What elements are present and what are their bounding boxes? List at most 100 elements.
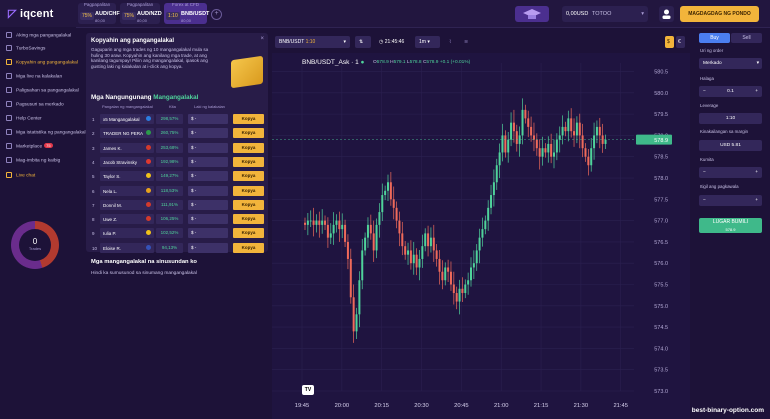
savings-icon	[6, 45, 12, 51]
stop-loss-input[interactable]: − +	[699, 195, 762, 206]
sidebar-item-statistics[interactable]: Mga istatistika ng pangangalakal	[6, 129, 86, 135]
sidebar-item-live-chat[interactable]: Live chat	[6, 172, 35, 178]
x-tick-label: 19:45	[295, 403, 310, 409]
trade-size-input[interactable]: $ -	[188, 214, 228, 225]
candle-body	[578, 122, 581, 136]
currency-usd-icon[interactable]: $	[665, 36, 674, 48]
minus-icon[interactable]: −	[703, 195, 706, 206]
candle-body	[432, 237, 435, 251]
flag-icon	[146, 116, 151, 121]
sidebar-item-my-trades[interactable]: Aking mga pangangalakal	[6, 32, 71, 38]
chart-settings-icon[interactable]: ⇅	[355, 36, 371, 48]
asset-tab-name: AUD/CHF	[95, 11, 120, 17]
buy-tab[interactable]: Buy	[699, 33, 730, 43]
ohlc-low: 578.8	[409, 60, 422, 65]
candle-body	[358, 280, 361, 315]
asset-tab-header: Pagpapalitan	[83, 2, 111, 7]
deposit-button[interactable]: MAGDAGDAG NG PONDO	[680, 6, 759, 22]
indicators-icon[interactable]: ⌇	[445, 36, 459, 48]
flag-icon	[146, 130, 151, 136]
sidebar-item-copy-trading[interactable]: Kopyahin ang pangangalakal	[6, 59, 78, 65]
copy-button[interactable]: Kopya	[233, 114, 264, 124]
candle-body	[344, 224, 347, 242]
trade-size-input[interactable]: $ -	[188, 242, 228, 253]
close-icon[interactable]: ×	[260, 36, 264, 42]
sidebar-item-market-analysis[interactable]: Pagsusuri sa merkado	[6, 101, 64, 107]
trade-size-input[interactable]: $ -	[188, 128, 228, 139]
take-profit-input[interactable]: − +	[699, 167, 762, 178]
sidebar-item-label: Mga live na kalakalan	[16, 74, 63, 80]
trader-row: 10 Eloise R. 94,13% $ - Kopya	[90, 242, 264, 254]
trade-size-input[interactable]: $ -	[188, 171, 228, 182]
x-tick-label: 20:30	[414, 403, 429, 409]
take-profit-label: Kumita	[700, 157, 714, 162]
flag-icon	[146, 230, 151, 236]
candle-body	[570, 118, 573, 132]
candle-body	[418, 258, 421, 268]
copy-button[interactable]: Kopya	[233, 228, 264, 239]
order-type-select[interactable]: Merkado ▾	[699, 58, 762, 69]
chart-type-icon[interactable]: ≋	[460, 36, 474, 48]
place-buy-button[interactable]: LUGAR BUMILI 578.9	[699, 218, 762, 233]
sell-tab[interactable]: Sell	[731, 33, 762, 43]
plus-icon[interactable]: +	[755, 195, 758, 206]
copy-button[interactable]: Kopya	[233, 156, 264, 167]
copy-button[interactable]: Kopya	[233, 214, 264, 225]
candle-body	[401, 233, 404, 247]
copy-button[interactable]: Kopya	[233, 199, 264, 210]
candle-body	[501, 135, 504, 153]
trader-profit: 106,25%	[156, 214, 183, 225]
trade-size-input[interactable]: $ -	[188, 156, 228, 167]
candle-body	[472, 263, 475, 268]
trader-name: x5 Mangangalakal	[103, 117, 140, 122]
trade-size-input[interactable]: $ -	[188, 114, 228, 124]
asset-tab-bnb-usdt[interactable]: Forex at CFD 1:10 BNB/USDT 80,00	[164, 2, 209, 24]
copy-button[interactable]: Kopya	[233, 185, 264, 196]
asset-tab-aud-chf[interactable]: Pagpapalitan 75% AUD/CHF 80,00	[78, 2, 120, 24]
candle-body	[321, 220, 324, 225]
sidebar-item-invite-friend[interactable]: Mag-imbita ng kaibig	[6, 157, 60, 163]
leverage-value[interactable]: 1:10	[699, 113, 762, 124]
amount-stepper[interactable]: − 0.1 +	[699, 86, 762, 97]
sidebar-item-tournament[interactable]: Paligsahan sa pangangalakal	[6, 87, 79, 93]
user-icon[interactable]	[659, 6, 674, 22]
graduation-cap-icon[interactable]	[515, 6, 549, 22]
trader-name-cell: Iulia P.	[100, 228, 154, 239]
asset-tab-aud-nzd[interactable]: Pagpapalitan 75% AUD/NZD 80,00	[120, 2, 162, 24]
sidebar-item-marketplace[interactable]: Marketplace 75	[6, 143, 53, 149]
sidebar-item-live-trades[interactable]: Mga live na kalakalan	[6, 73, 62, 79]
pair-selector[interactable]: BNB/USDT 1:10 ▾	[275, 36, 350, 48]
sidebar-item-turbosavings[interactable]: TurboSavings	[6, 45, 45, 51]
candle-body	[552, 152, 556, 157]
add-asset-button[interactable]: +	[211, 9, 222, 20]
plus-icon[interactable]: +	[755, 86, 758, 97]
brand-logo[interactable]: ◸ iqcent	[8, 7, 54, 20]
trade-size-input[interactable]: $ -	[188, 185, 228, 196]
sidebar-item-label: Help Center	[16, 116, 42, 122]
x-tick-label: 21:30	[574, 403, 589, 409]
trade-size-input[interactable]: $ -	[188, 142, 228, 153]
candle-body	[352, 297, 355, 332]
balance-selector[interactable]: 0,00USD TOTOO ▾	[562, 6, 648, 22]
flag-icon	[146, 187, 151, 193]
trade-size-input[interactable]: $ -	[188, 228, 228, 239]
y-tick-label: 574.5	[654, 325, 668, 331]
amount-value: 0.1	[727, 89, 734, 94]
balance-type: TOTOO	[592, 11, 612, 17]
copy-button[interactable]: Kopya	[233, 128, 264, 139]
interval-selector[interactable]: 1m ▾	[415, 36, 440, 48]
copy-button[interactable]: Kopya	[233, 171, 264, 182]
candle-body	[407, 250, 410, 255]
copy-button[interactable]: Kopya	[233, 142, 264, 153]
copy-button[interactable]: Kopya	[233, 242, 264, 253]
y-tick-label: 578.0	[654, 176, 668, 182]
minus-icon[interactable]: −	[703, 167, 706, 178]
trader-name: Iulia P.	[103, 231, 117, 237]
candle-body	[435, 250, 438, 259]
plus-icon[interactable]: +	[755, 167, 758, 178]
currency-toggle-icon[interactable]: €	[676, 36, 685, 48]
trade-size-input[interactable]: $ -	[188, 199, 228, 210]
price-chart[interactable]: 580.5580.0579.5579.0578.5578.0577.5577.0…	[272, 53, 690, 419]
sidebar-item-help-center[interactable]: Help Center	[6, 115, 42, 121]
minus-icon[interactable]: −	[703, 86, 706, 97]
